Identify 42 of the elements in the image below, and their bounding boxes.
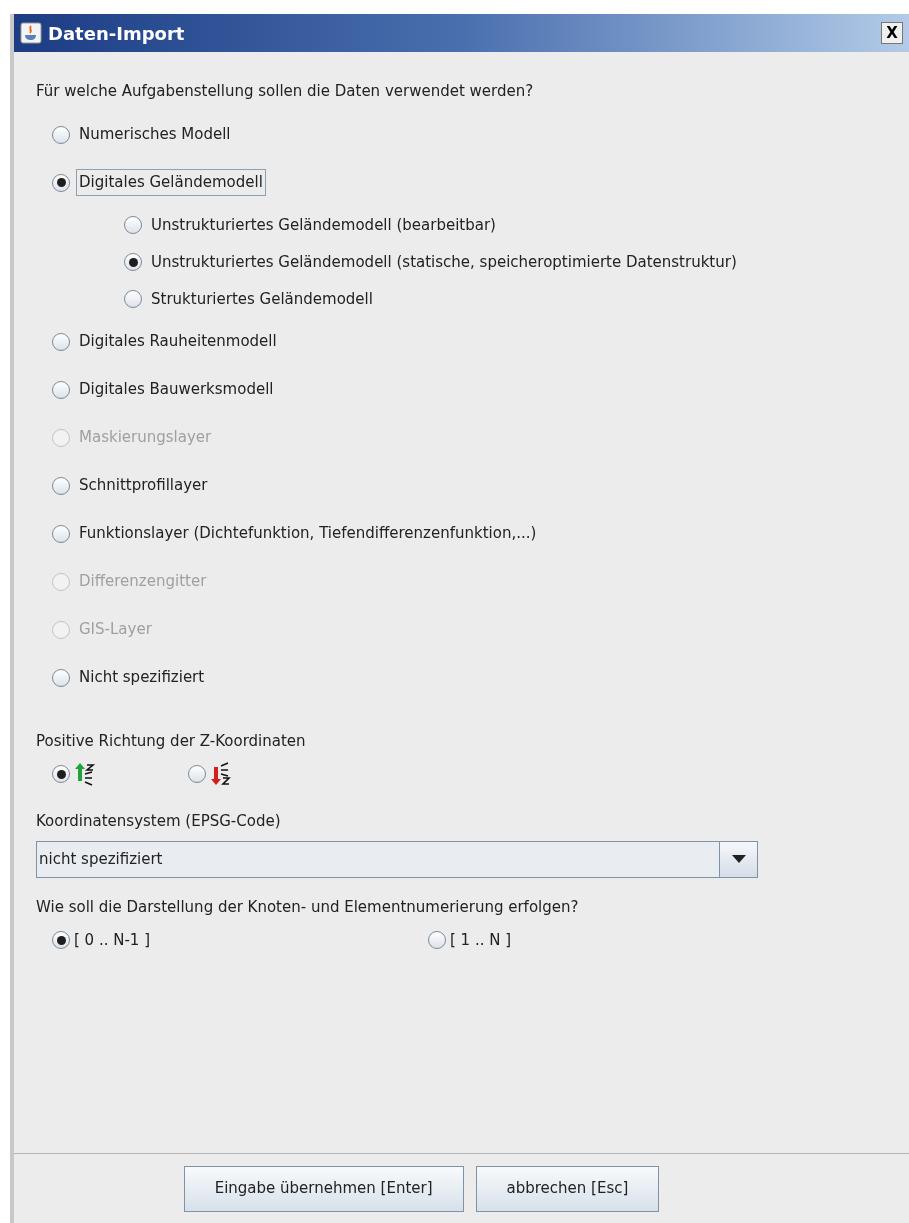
option-label: Maskierungslayer xyxy=(78,427,213,449)
arrow-down-z-icon xyxy=(210,761,234,787)
window-title: Daten-Import xyxy=(48,21,185,46)
section-label: Positive Richtung der Z-Koordinaten xyxy=(35,730,307,752)
question-label: Wie soll die Darstellung der Knoten- und Elementnumerierung erfolgen? xyxy=(35,896,580,918)
dialog-button[interactable]: Eingabe übernehmen [Enter] xyxy=(183,1165,464,1212)
radio-button[interactable] xyxy=(52,125,70,144)
option-label: Differenzengitter xyxy=(78,571,208,593)
arrow-up-z-icon xyxy=(74,761,98,787)
app-icon xyxy=(20,22,42,44)
option-label: Unstrukturiertes Geländemodell (statische, speicheroptimierte Datenstruktur) xyxy=(150,251,738,273)
option-label: [ 1 .. N ] xyxy=(450,929,512,951)
radio-button[interactable] xyxy=(52,332,70,351)
option-label: Nicht spezifiziert xyxy=(78,667,206,689)
radio-button[interactable] xyxy=(124,253,142,271)
radio-button[interactable] xyxy=(52,668,70,687)
radio-button[interactable] xyxy=(428,931,446,949)
radio-button[interactable] xyxy=(188,765,206,783)
radio-button[interactable] xyxy=(124,290,142,308)
close-button[interactable]: X xyxy=(881,22,903,44)
coordinate-system-dropdown[interactable]: nicht spezifiziert xyxy=(36,840,758,878)
option-label: Digitales Geländemodell xyxy=(76,169,266,196)
radio-button[interactable] xyxy=(52,476,70,495)
radio-button[interactable] xyxy=(52,380,70,399)
option-label: Digitales Bauwerksmodell xyxy=(78,379,275,401)
option-label: Strukturiertes Geländemodell xyxy=(150,288,374,310)
dialog-button[interactable]: abbrechen [Esc] xyxy=(475,1165,660,1212)
radio-button[interactable] xyxy=(124,216,142,234)
radio-button[interactable] xyxy=(52,524,70,543)
question-label: Für welche Aufgabenstellung sollen die Daten verwendet werden? xyxy=(35,81,535,102)
radio-button[interactable] xyxy=(52,173,70,192)
option-label: [ 0 .. N-1 ] xyxy=(74,929,151,951)
option-label: Funktionslayer (Dichtefunktion, Tiefendifferenzenfunktion,...) xyxy=(78,523,538,545)
option-label: GIS-Layer xyxy=(78,619,153,641)
option-label: Digitales Rauheitenmodell xyxy=(78,331,278,353)
option-label: Schnittprofillayer xyxy=(78,475,209,497)
section-label: Koordinatensystem (EPSG-Code) xyxy=(35,811,282,832)
option-label: Numerisches Modell xyxy=(78,124,232,146)
radio-button[interactable] xyxy=(52,931,70,949)
dropdown-arrow-icon xyxy=(731,855,746,863)
radio-button[interactable] xyxy=(52,765,70,783)
option-label: Unstrukturiertes Geländemodell (bearbeitbar) xyxy=(150,214,497,236)
